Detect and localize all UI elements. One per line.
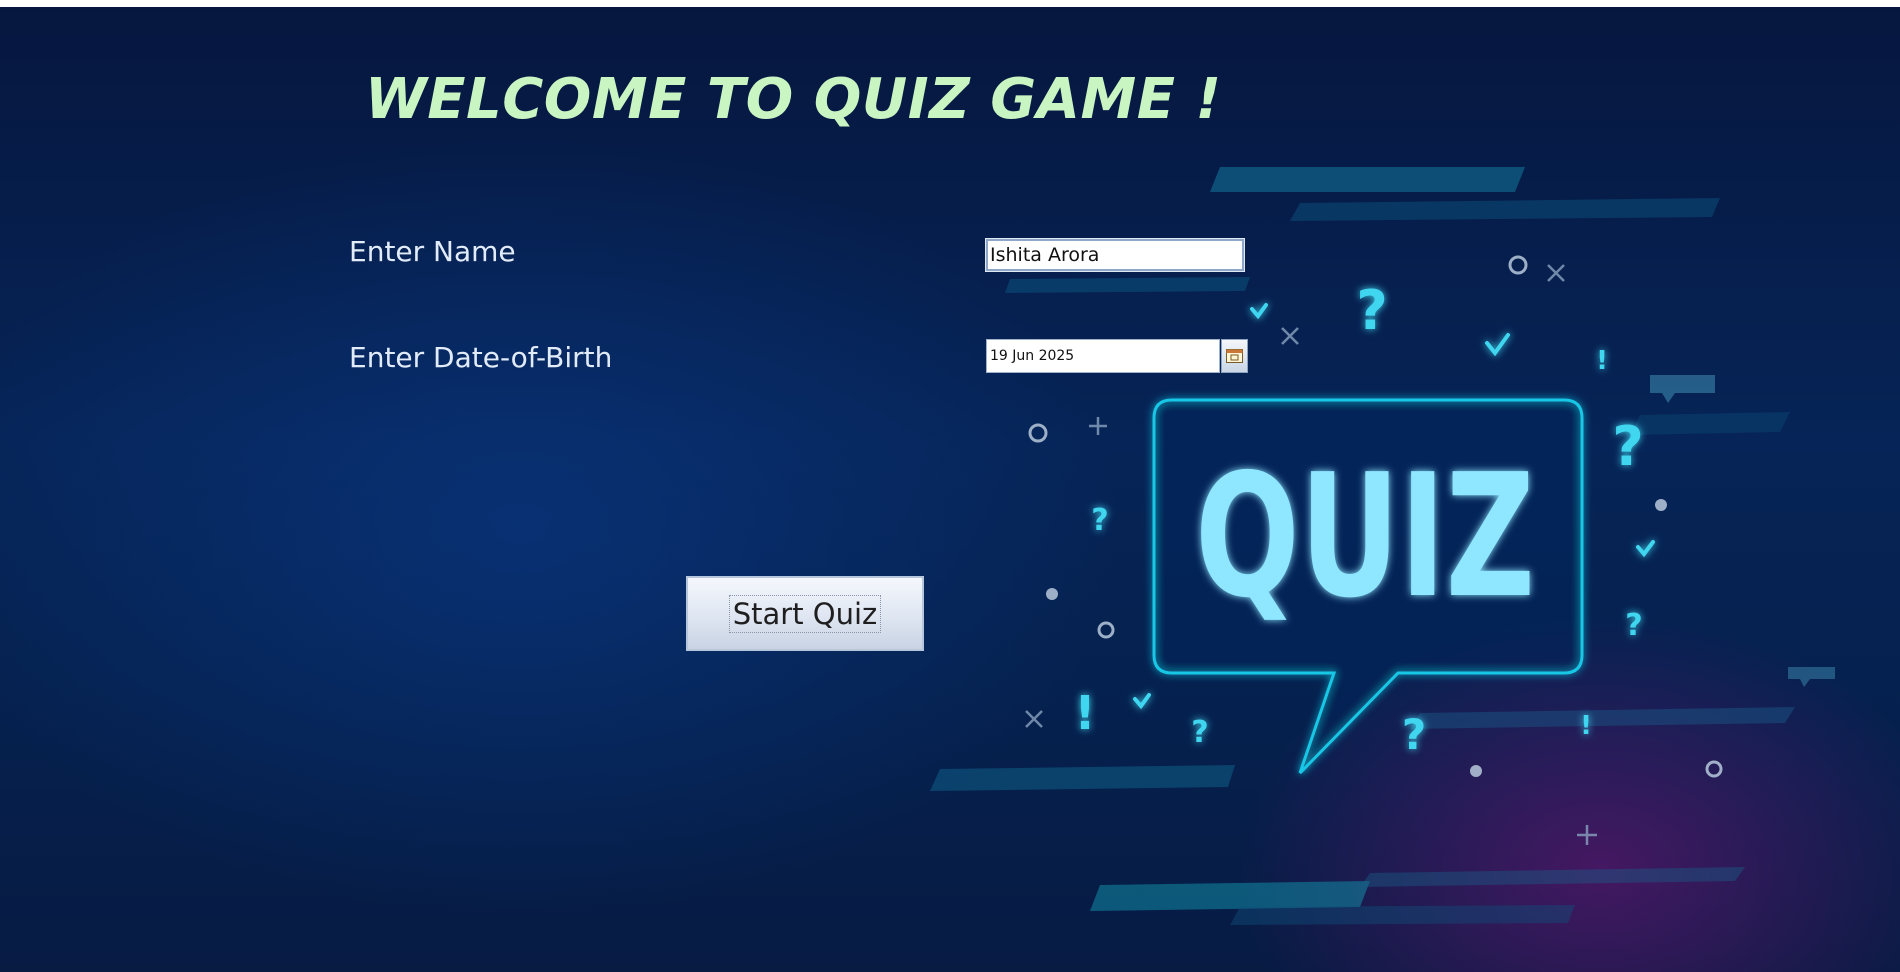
calendar-button[interactable] xyxy=(1221,339,1248,373)
dob-input[interactable] xyxy=(986,339,1220,373)
quiz-bubble-text: QUIZ xyxy=(1195,438,1535,636)
name-input[interactable] xyxy=(985,238,1245,272)
svg-text:?: ? xyxy=(1091,503,1108,538)
start-quiz-button[interactable]: Start Quiz xyxy=(686,576,924,651)
svg-text:?: ? xyxy=(1402,710,1426,759)
calendar-icon xyxy=(1226,349,1243,363)
svg-text:!: ! xyxy=(1596,346,1608,376)
quiz-background-illustration: QUIZ ? ? ? ? ? ? ! ! ! xyxy=(930,167,1835,925)
page-title: WELCOME TO QUIZ GAME ! xyxy=(365,67,1222,132)
svg-text:?: ? xyxy=(1625,608,1642,643)
svg-text:?: ? xyxy=(1356,279,1387,342)
svg-text:?: ? xyxy=(1612,415,1643,478)
svg-text:!: ! xyxy=(1580,711,1592,741)
name-label: Enter Name xyxy=(349,235,516,268)
svg-text:!: ! xyxy=(1075,686,1096,740)
app-window: QUIZ ? ? ? ? ? ? ! ! ! WELCOME TO QUIZ G… xyxy=(0,7,1900,972)
dob-label: Enter Date-of-Birth xyxy=(349,341,613,374)
start-quiz-button-label: Start Quiz xyxy=(728,594,882,633)
svg-text:?: ? xyxy=(1191,715,1208,750)
